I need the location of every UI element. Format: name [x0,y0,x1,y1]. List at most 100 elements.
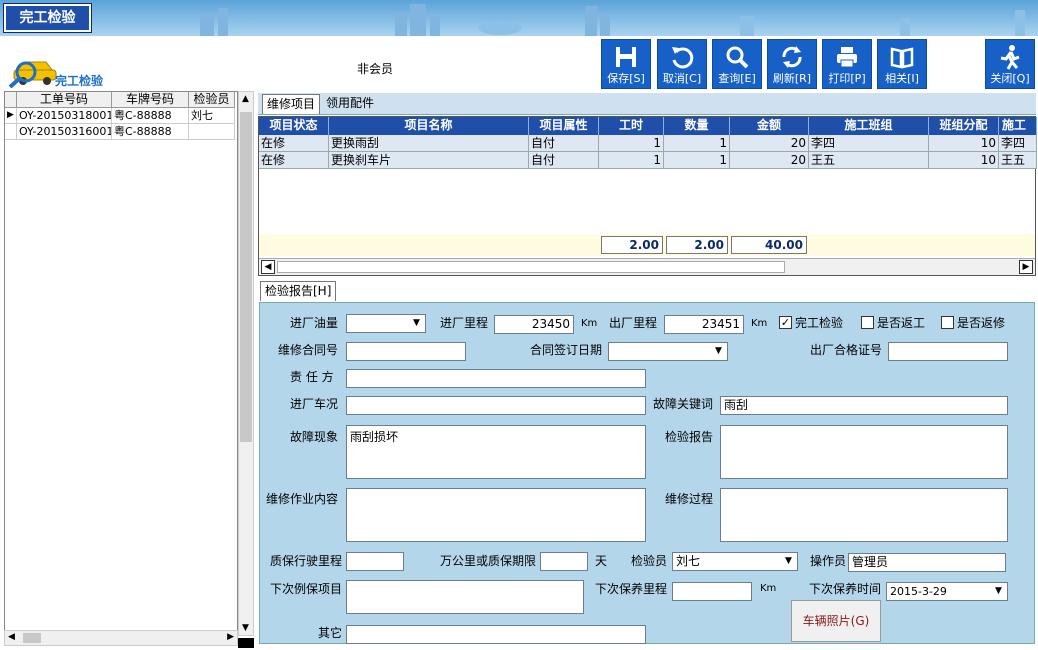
cert-input[interactable] [888,342,1008,361]
tab-repair-items[interactable]: 维修项目 [262,94,321,114]
fault-keyword-input[interactable]: 雨刮 [720,396,1008,415]
column-header-qty[interactable]: 数量 [664,117,730,135]
fault-textarea[interactable]: 雨刮损坏 [346,425,646,479]
rework-checkbox[interactable] [861,316,874,329]
exit-icon [1000,45,1020,70]
grid-cell-status[interactable]: 在修 [259,152,329,169]
column-header-team[interactable]: 施工班组 [809,117,929,135]
chevron-down-icon[interactable]: ▼ [711,344,726,359]
grid-cell-qty[interactable]: 1 [664,152,730,169]
grid-cell-worker[interactable]: 王五 [999,152,1037,169]
vertical-scrollbar[interactable]: ▲ ▼ [238,91,254,636]
column-header-order-no[interactable]: 工单号码 [17,92,112,108]
grid-cell-hours[interactable]: 1 [599,152,664,169]
inspection-report-form: 进厂油量 ▼ 进厂里程 23450 Km 出厂里程 23451 Km ✓ 完工检… [259,302,1035,644]
grid-cell-qty[interactable]: 1 [664,135,730,152]
scroll-down-icon[interactable]: ▼ [242,623,249,633]
grid-cell-item-name[interactable]: 更换雨刮 [329,135,529,152]
contract-label: 维修合同号 [278,343,339,357]
contract-input[interactable] [346,342,466,361]
scroll-up-icon[interactable]: ▲ [242,94,249,104]
scroll-thumb[interactable] [240,112,252,442]
chevron-down-icon[interactable]: ▼ [991,584,1006,599]
contract-date-select[interactable]: ▼ [608,342,728,361]
column-header-amount[interactable]: 金额 [730,117,809,135]
scroll-thumb[interactable] [23,633,41,643]
table-row-order-no[interactable]: OY-20150316001 [17,124,112,140]
related-button-label: 相关[I] [885,72,919,85]
grid-cell-team[interactable]: 李四 [809,135,929,152]
process-textarea[interactable] [720,488,1008,542]
in-mileage-label: 进厂里程 [440,316,489,330]
column-header-hours[interactable]: 工时 [599,117,664,135]
grid-cell-status[interactable]: 在修 [259,135,329,152]
grid-cell-hours[interactable]: 1 [599,135,664,152]
grid-cell-item-name[interactable]: 更换刹车片 [329,152,529,169]
column-header-worker[interactable]: 施工 [999,117,1037,135]
column-header-team-share[interactable]: 班组分配 [929,117,999,135]
grid-cell-amount[interactable]: 20 [730,152,809,169]
chevron-down-icon[interactable]: ▼ [781,554,796,569]
scroll-left-icon[interactable]: ◀ [8,632,15,642]
next-mileage-input[interactable] [672,582,752,601]
query-button[interactable]: 查询[E] [712,39,762,89]
scroll-right-icon[interactable]: ▶ [227,632,234,642]
inspector-select[interactable]: 刘七 ▼ [672,552,798,571]
vehicle-photo-button[interactable]: 车辆照片(G) [791,600,881,642]
next-time-select[interactable]: 2015-3-29 ▼ [886,582,1008,601]
chevron-down-icon[interactable]: ▼ [409,316,424,331]
scroll-thumb[interactable] [277,261,785,273]
table-row-order-no[interactable]: OY-20150318001 [17,108,112,124]
out-mileage-input[interactable]: 23451 [664,315,744,334]
km-unit: Km [760,583,777,594]
grid-horizontal-scrollbar[interactable]: ◀ ▶ [259,258,1035,275]
done-check-checkbox[interactable]: ✓ [779,316,792,329]
other-input[interactable] [346,625,646,644]
fuel-select[interactable]: ▼ [346,314,426,333]
horizontal-scrollbar[interactable]: ◀ ▶ [4,630,238,646]
member-status: 非会员 [357,62,394,76]
column-header-item-name[interactable]: 项目名称 [329,117,529,135]
return-repair-checkbox[interactable] [941,316,954,329]
next-time-label: 下次保养时间 [809,582,882,596]
table-row-plate-no[interactable]: 粤C-88888 [112,108,189,124]
total-hours: 2.00 [601,236,663,254]
in-mileage-input[interactable]: 23450 [494,315,574,334]
warranty-mileage-input[interactable] [346,552,404,571]
process-label: 维修过程 [665,492,714,506]
out-mileage-label: 出厂里程 [609,316,658,330]
grid-cell-team-share[interactable]: 10 [929,135,999,152]
in-condition-input[interactable] [346,396,646,415]
close-button[interactable]: 关闭[Q] [985,39,1035,89]
column-header-inspector[interactable]: 检验员 [189,92,235,108]
next-item-textarea[interactable] [346,580,584,614]
work-content-textarea[interactable] [346,488,646,542]
grid-cell-team[interactable]: 王五 [809,152,929,169]
scroll-left-icon[interactable]: ◀ [261,260,275,274]
report-textarea[interactable] [720,425,1008,479]
fault-keyword-label: 故障关键词 [653,397,714,411]
save-button-label: 保存[S] [607,72,645,85]
responsible-input[interactable] [346,369,646,388]
grid-cell-worker[interactable]: 李四 [999,135,1037,152]
scroll-right-icon[interactable]: ▶ [1019,260,1033,274]
tab-inspection-report[interactable]: 检验报告[H] [260,281,337,301]
column-header-status[interactable]: 项目状态 [259,117,329,135]
warranty-period-input[interactable] [540,552,588,571]
cancel-button[interactable]: 取消[C] [657,39,707,89]
column-header-attribute[interactable]: 项目属性 [529,117,599,135]
table-row-inspector[interactable] [189,124,235,140]
tab-parts[interactable]: 领用配件 [322,94,378,114]
grid-cell-team-share[interactable]: 10 [929,152,999,169]
refresh-button[interactable]: 刷新[R] [767,39,817,89]
grid-cell-amount[interactable]: 20 [730,135,809,152]
grid-cell-attribute[interactable]: 自付 [529,135,599,152]
table-row-inspector[interactable]: 刘七 [189,108,235,124]
column-header-plate-no[interactable]: 车牌号码 [112,92,189,108]
table-row-plate-no[interactable]: 粤C-88888 [112,124,189,140]
related-button[interactable]: 相关[I] [877,39,927,89]
print-button[interactable]: 打印[P] [822,39,872,89]
save-button[interactable]: 保存[S] [601,39,651,89]
grid-cell-attribute[interactable]: 自付 [529,152,599,169]
total-amount: 40.00 [731,236,807,254]
